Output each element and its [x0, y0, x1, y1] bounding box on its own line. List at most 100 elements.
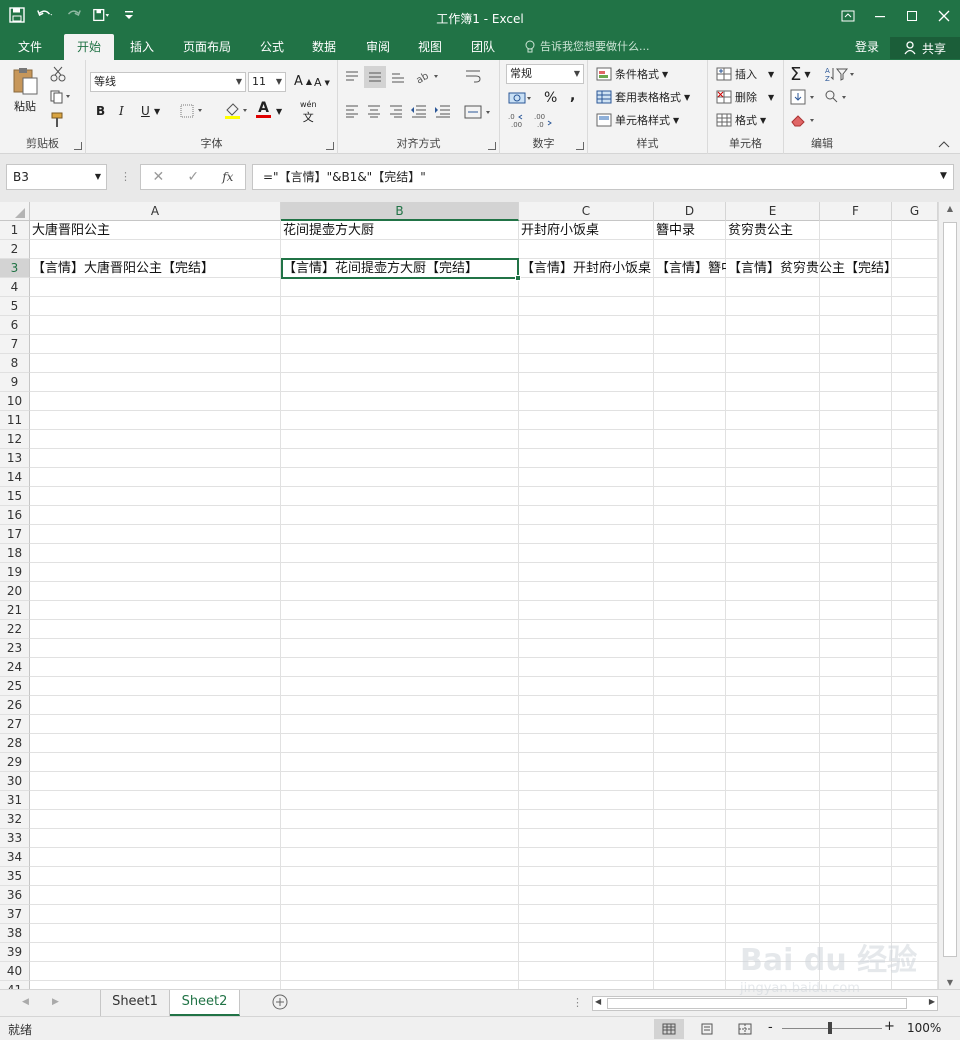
bold-button[interactable]: B [96, 104, 105, 118]
tab-page-layout[interactable]: 页面布局 [172, 34, 242, 60]
orientation-icon[interactable]: ab [414, 68, 442, 84]
zoom-slider-thumb[interactable] [828, 1022, 832, 1034]
column-header-d[interactable]: D [654, 202, 726, 221]
collapse-ribbon-icon[interactable] [938, 140, 950, 148]
row-header-16[interactable]: 16 [0, 506, 30, 525]
vertical-scroll-thumb[interactable] [943, 222, 957, 957]
enter-icon[interactable]: ✓ [187, 169, 199, 185]
row-header-37[interactable]: 37 [0, 905, 30, 924]
fill-color-icon[interactable] [224, 102, 250, 120]
shrink-font-button[interactable]: A ▼ [314, 76, 330, 89]
alignment-launcher-icon[interactable] [488, 142, 496, 150]
middle-align-icon[interactable] [364, 66, 386, 88]
sheet-tab-sheet2[interactable]: Sheet2 [170, 990, 240, 1016]
normal-view-icon[interactable] [654, 1019, 684, 1039]
name-box[interactable]: B3 ▼ [6, 164, 107, 190]
font-name-combo[interactable]: 等线 ▼ [90, 72, 246, 92]
select-all-corner[interactable] [0, 202, 30, 221]
font-size-combo[interactable]: 11 ▼ [248, 72, 286, 92]
row-header-21[interactable]: 21 [0, 601, 30, 620]
tab-team[interactable]: 团队 [460, 34, 506, 60]
clipboard-launcher-icon[interactable] [74, 142, 82, 150]
find-select-icon[interactable] [824, 89, 852, 105]
worksheet-grid[interactable]: ABCDEFG 1 2 3 4 5 6 7 8 9 10 11 12 13 14 15 16 17 18 19 20 2… [0, 202, 960, 989]
column-header-a[interactable]: A [30, 202, 281, 221]
font-launcher-icon[interactable] [326, 142, 334, 150]
zoom-in-button[interactable]: + [884, 1019, 895, 1034]
cell-d3[interactable]: 【言情】簪中录【完结】 [654, 259, 726, 278]
row-header-23[interactable]: 23 [0, 639, 30, 658]
row-header-29[interactable]: 29 [0, 753, 30, 772]
align-left-icon[interactable] [344, 104, 360, 118]
row-header-30[interactable]: 30 [0, 772, 30, 791]
fill-icon[interactable] [790, 89, 818, 105]
bottom-align-icon[interactable] [390, 70, 406, 84]
row-header-27[interactable]: 27 [0, 715, 30, 734]
cell-styles-button[interactable]: 单元格样式 ▼ [596, 112, 679, 128]
new-sheet-icon[interactable] [272, 994, 288, 1010]
row-header-5[interactable]: 5 [0, 297, 30, 316]
row-header-12[interactable]: 12 [0, 430, 30, 449]
cell-e1[interactable]: 贫穷贵公主 [726, 221, 793, 240]
row-header-9[interactable]: 9 [0, 373, 30, 392]
underline-dropdown-icon[interactable]: ▼ [154, 107, 160, 116]
comma-button[interactable]: , [570, 88, 575, 104]
format-as-table-button[interactable]: 套用表格格式 ▼ [596, 89, 690, 105]
top-align-icon[interactable] [344, 70, 360, 84]
row-header-33[interactable]: 33 [0, 829, 30, 848]
maximize-icon[interactable] [896, 0, 928, 32]
row-header-8[interactable]: 8 [0, 354, 30, 373]
phonetic-button[interactable]: wén 文 [300, 100, 317, 125]
cell-d1[interactable]: 簪中录 [654, 221, 695, 240]
row-header-18[interactable]: 18 [0, 544, 30, 563]
row-header-32[interactable]: 32 [0, 810, 30, 829]
tab-review[interactable]: 审阅 [356, 34, 400, 60]
wrap-text-icon[interactable] [464, 68, 482, 84]
row-header-6[interactable]: 6 [0, 316, 30, 335]
cell-a3[interactable]: 【言情】大唐晋阳公主【完结】 [30, 259, 214, 278]
paste-button[interactable]: 粘贴 [10, 66, 40, 114]
row-header-10[interactable]: 10 [0, 392, 30, 411]
row-header-20[interactable]: 20 [0, 582, 30, 601]
tab-data[interactable]: 数据 [302, 34, 346, 60]
number-format-combo[interactable]: 常规 ▼ [506, 64, 584, 84]
column-header-g[interactable]: G [892, 202, 938, 221]
close-icon[interactable] [928, 0, 960, 32]
tab-formulas[interactable]: 公式 [250, 34, 294, 60]
format-painter-icon[interactable] [50, 112, 66, 128]
row-header-22[interactable]: 22 [0, 620, 30, 639]
ribbon-display-icon[interactable] [832, 0, 864, 32]
cell-a1[interactable]: 大唐晋阳公主 [30, 221, 110, 240]
page-break-view-icon[interactable] [730, 1019, 760, 1039]
tell-me-box[interactable]: 告诉我您想要做什么... [524, 34, 650, 60]
scroll-down-icon[interactable]: ▼ [939, 978, 960, 987]
next-sheet-icon[interactable]: ▶ [52, 997, 59, 1007]
decrease-decimal-icon[interactable]: .00.0 [534, 112, 554, 128]
row-header-40[interactable]: 40 [0, 962, 30, 981]
row-header-19[interactable]: 19 [0, 563, 30, 582]
row-header-39[interactable]: 39 [0, 943, 30, 962]
row-header-34[interactable]: 34 [0, 848, 30, 867]
insert-function-icon[interactable]: fx [222, 170, 233, 184]
row-header-14[interactable]: 14 [0, 468, 30, 487]
page-layout-view-icon[interactable] [692, 1019, 722, 1039]
formula-input[interactable]: ="【言情】"&B1&"【完结】" [252, 164, 954, 190]
italic-button[interactable]: I [119, 104, 124, 118]
tab-file[interactable]: 文件 [6, 34, 54, 60]
row-header-26[interactable]: 26 [0, 696, 30, 715]
row-header-15[interactable]: 15 [0, 487, 30, 506]
tab-insert[interactable]: 插入 [120, 34, 164, 60]
zoom-slider-track[interactable] [782, 1028, 882, 1029]
tab-view[interactable]: 视图 [408, 34, 452, 60]
row-header-36[interactable]: 36 [0, 886, 30, 905]
row-header-3[interactable]: 3 [0, 259, 30, 278]
copy-icon[interactable] [50, 90, 72, 104]
row-header-1[interactable]: 1 [0, 221, 30, 240]
cell-e3[interactable]: 【言情】贫穷贵公主【完结】 [726, 259, 897, 278]
row-header-38[interactable]: 38 [0, 924, 30, 943]
tab-split-icon[interactable]: ⋮ [572, 996, 583, 1009]
row-header-28[interactable]: 28 [0, 734, 30, 753]
zoom-out-button[interactable]: - [768, 1020, 773, 1035]
row-header-17[interactable]: 17 [0, 525, 30, 544]
autosum-button[interactable]: Σ ▼ [790, 64, 811, 85]
